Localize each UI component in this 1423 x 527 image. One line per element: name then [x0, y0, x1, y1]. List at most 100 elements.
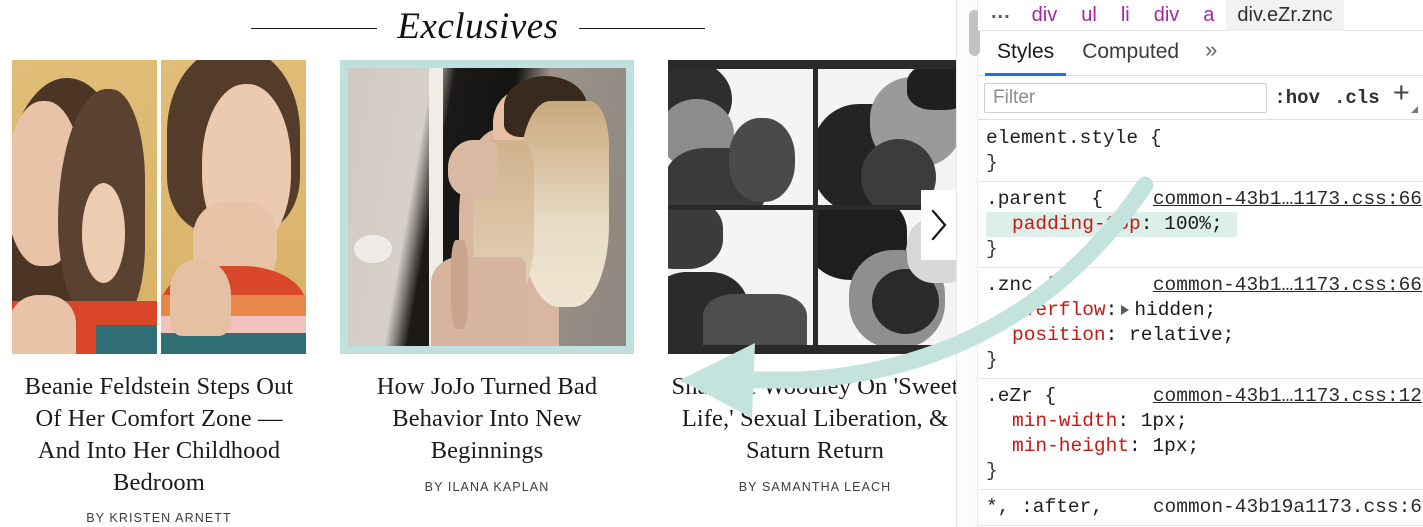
css-value[interactable]: 100% [1164, 213, 1211, 235]
breadcrumb-item-li[interactable]: li [1109, 1, 1142, 29]
photo-bw-row-top [668, 69, 956, 205]
css-source-link[interactable]: common-43b19a1173.css:6 [1153, 495, 1423, 520]
breadcrumb-item-div-2[interactable]: div [1142, 1, 1192, 29]
card-title-2[interactable]: How JoJo Turned Bad Behavior Into New Be… [340, 371, 634, 467]
css-property[interactable]: min-height [1012, 435, 1129, 457]
header-rule-right [578, 27, 705, 29]
css-declaration-min-height[interactable]: min-height: 1px; [986, 434, 1423, 459]
css-selector: .eZr { [986, 385, 1057, 407]
chevron-right-icon [929, 208, 949, 242]
css-value[interactable]: 1px [1152, 435, 1187, 457]
section-header: Exclusives [0, 0, 956, 56]
css-semicolon: ; [1175, 410, 1188, 432]
photo-beanie-panels [12, 60, 306, 354]
tab-overflow-chevron-icon[interactable]: » [1195, 31, 1227, 75]
css-selector: *, :after, [986, 496, 1104, 518]
css-close-brace: } [986, 460, 998, 482]
css-rule-element-style: element.style { } [978, 121, 1423, 182]
breadcrumb-item-a[interactable]: a [1191, 1, 1226, 29]
article-card-3[interactable]: Shailene Woodley On 'Sweet Life,' Sexual… [668, 60, 956, 525]
photo-bw-cell-2 [817, 69, 956, 205]
css-rules-list: element.style { } .parent { common-43b1…… [978, 121, 1423, 527]
photo-pane-left [12, 60, 157, 354]
cls-toggle-button[interactable]: .cls [1327, 83, 1387, 113]
website-preview-pane: Exclusives Beanie Feldstein Steps Out Of… [0, 0, 956, 527]
css-selector: .znc { [986, 274, 1057, 296]
plus-icon: + [1392, 78, 1410, 111]
breadcrumb-item-ul[interactable]: ul [1069, 1, 1109, 29]
css-source-link[interactable]: common-43b1…1173.css:66 [1153, 273, 1423, 298]
carousel-next-button[interactable] [921, 190, 956, 260]
css-close-brace: } [986, 152, 998, 174]
css-property[interactable]: position [1012, 324, 1106, 346]
article-card-2[interactable]: How JoJo Turned Bad Behavior Into New Be… [340, 60, 634, 525]
css-rule-universal: *, :after, common-43b19a1173.css:6 [978, 490, 1423, 526]
photo-pane-right [161, 60, 306, 354]
card-media-wrapper-1 [12, 60, 306, 354]
photo-bw-row-bottom [668, 209, 956, 345]
css-colon: : [1117, 410, 1141, 432]
css-semicolon: ; [1210, 213, 1223, 235]
devtools-tab-bar: Styles Computed » [978, 31, 1423, 76]
devtools-element-highlight [340, 60, 634, 354]
breadcrumb-item-selected[interactable]: div.eZr.znc [1226, 0, 1344, 31]
css-value[interactable]: hidden [1134, 299, 1204, 321]
styles-toolbar: :hov .cls + [978, 76, 1423, 120]
tab-styles[interactable]: Styles [985, 31, 1067, 76]
css-source-link[interactable]: common-43b1…1173.css:66 [1153, 187, 1423, 212]
card-byline-3: BY SAMANTHA LEACH [738, 479, 892, 494]
css-close-brace: } [986, 238, 998, 260]
css-selector-line[interactable]: *, :after, common-43b19a1173.css:6 [986, 495, 1423, 520]
css-selector-line[interactable]: .znc { common-43b1…1173.css:66 [986, 273, 1423, 298]
css-value[interactable]: relative [1129, 324, 1223, 346]
css-colon: : [1105, 299, 1118, 321]
photo-bw-cell-3 [668, 209, 813, 345]
photo-bw-cell-1 [668, 69, 813, 205]
add-style-rule-button[interactable]: + [1387, 80, 1418, 115]
devtools-scrollbar[interactable] [961, 0, 980, 527]
css-selector-line[interactable]: .parent { common-43b1…1173.css:66 [986, 187, 1423, 212]
breadcrumb-item-ellipsis[interactable]: ... [982, 0, 1020, 30]
card-byline-1: BY KRISTEN ARNETT [86, 511, 232, 526]
css-selector: .parent { [986, 188, 1104, 210]
css-declaration-position[interactable]: position: relative; [986, 323, 1423, 348]
css-colon: : [1140, 213, 1165, 235]
card-title-3[interactable]: Shailene Woodley On 'Sweet Life,' Sexual… [668, 371, 957, 467]
css-rule-parent: .parent { common-43b1…1173.css:66 paddin… [978, 182, 1423, 268]
photo-jojo-portrait [348, 68, 626, 346]
css-declaration-min-width[interactable]: min-width: 1px; [986, 409, 1423, 434]
css-property[interactable]: overflow [1012, 299, 1106, 321]
filter-input[interactable] [984, 82, 1268, 113]
breadcrumb: ... div ul li div a div.eZr.znc [978, 0, 1423, 31]
breadcrumb-item-div[interactable]: div [1020, 1, 1070, 29]
shailene-woodley-photo[interactable] [668, 60, 956, 354]
caret-icon [1411, 106, 1418, 113]
css-declaration-padding-top[interactable]: padding-top: 100%; [986, 212, 1237, 237]
css-selector-line[interactable]: .eZr { common-43b1…1173.css:12 [986, 384, 1423, 409]
photo-bw-grid [668, 60, 956, 354]
css-source-link[interactable]: common-43b1…1173.css:12 [1153, 384, 1423, 409]
css-selector-line[interactable]: element.style { [986, 126, 1423, 151]
disclosure-triangle-icon[interactable] [1121, 304, 1130, 315]
beanie-feldstein-photo[interactable] [12, 60, 306, 354]
header-rule-left [251, 27, 378, 29]
css-value[interactable]: 1px [1141, 410, 1176, 432]
jojo-photo[interactable] [348, 68, 626, 346]
css-colon: : [1129, 435, 1153, 457]
article-card-row: Beanie Feldstein Steps Out Of Her Comfor… [0, 60, 956, 525]
page-title: Exclusives [397, 5, 559, 47]
article-card-1[interactable]: Beanie Feldstein Steps Out Of Her Comfor… [12, 60, 306, 525]
css-property[interactable]: padding-top [1012, 213, 1141, 235]
css-semicolon: ; [1204, 299, 1217, 321]
css-semicolon: ; [1222, 324, 1235, 346]
devtools-panel: ... div ul li div a div.eZr.znc Styles C… [956, 0, 1423, 527]
css-selector: element.style { [986, 127, 1162, 149]
css-semicolon: ; [1187, 435, 1200, 457]
hov-toggle-button[interactable]: :hov [1267, 83, 1327, 113]
css-rule-znc: .znc { common-43b1…1173.css:66 overflow:… [978, 268, 1423, 379]
card-title-1[interactable]: Beanie Feldstein Steps Out Of Her Comfor… [12, 371, 306, 498]
tab-computed[interactable]: Computed [1070, 31, 1191, 75]
css-property[interactable]: min-width [1012, 410, 1117, 432]
css-declaration-overflow[interactable]: overflow: hidden; [986, 298, 1423, 323]
card-byline-2: BY ILANA KAPLAN [424, 479, 550, 494]
